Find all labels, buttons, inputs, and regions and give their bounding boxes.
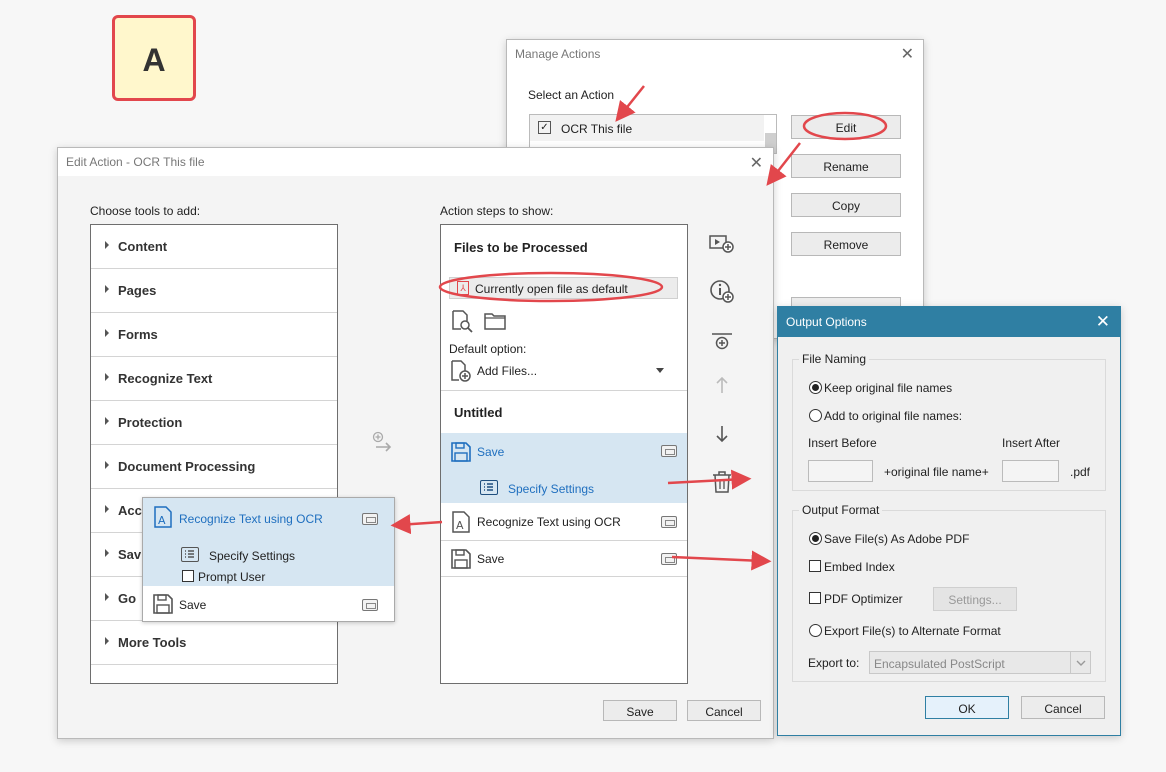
cancel-button[interactable]: Cancel [1021,696,1105,719]
step-recognize-text[interactable]: A Recognize Text using OCR [441,503,687,541]
popup-selected-block[interactable]: A Recognize Text using OCR Specify Setti… [143,498,394,586]
pdf-optimizer-checkbox[interactable] [809,592,821,604]
delete-icon[interactable] [712,471,732,496]
step-settings-icon[interactable] [661,516,677,528]
step-settings-icon[interactable] [362,599,378,611]
rename-button[interactable]: Rename [791,154,901,178]
edit-action-dialog: Edit Action - OCR This file ✕ Choose too… [57,147,774,739]
prompt-user-checkbox[interactable] [182,570,194,582]
insert-after-input[interactable] [1002,460,1059,482]
tool-group-content[interactable]: Content [91,225,337,269]
output-options-dialog: Output Options ✕ File Naming Keep origin… [777,306,1121,736]
edit-action-title: Edit Action - OCR This file [58,148,773,176]
cancel-button[interactable]: Cancel [687,700,761,721]
save-icon [450,548,472,573]
badge-a: A [112,15,196,101]
checkbox-icon: ✓ [538,121,551,134]
action-name: OCR This file [561,122,633,136]
remove-button[interactable]: Remove [791,232,901,256]
add-instruction-icon[interactable] [709,279,735,308]
insert-before-label: Insert Before [808,436,877,450]
copy-button[interactable]: Copy [791,193,901,217]
ocr-icon: A [153,506,173,531]
close-icon[interactable]: ✕ [1096,312,1110,332]
expand-icon [105,637,109,645]
insert-before-input[interactable] [808,460,873,482]
search-file-icon[interactable] [450,309,474,336]
edit-button[interactable]: Edit [791,115,901,139]
tool-group-pages[interactable]: Pages [91,269,337,313]
insert-after-label: Insert After [1002,436,1061,450]
folder-icon[interactable] [483,311,507,334]
keep-names-radio[interactable] [809,381,822,394]
add-names-radio[interactable] [809,409,822,422]
svg-text:A: A [158,514,166,527]
tool-group-document-processing[interactable]: Document Processing [91,445,337,489]
step-save[interactable]: Save [441,541,687,577]
save-button[interactable]: Save [603,700,677,721]
expand-icon [105,505,109,513]
divider [441,390,687,391]
expand-icon [105,417,109,425]
chevron-down-icon [656,368,664,373]
select-action-label: Select an Action [528,88,615,102]
save-icon [152,593,174,618]
add-panel-separator-icon[interactable] [711,332,733,355]
list-settings-icon [181,547,199,562]
popup-save-step[interactable]: Save [143,586,394,622]
ocr-icon: A [451,511,471,536]
expand-icon [105,593,109,601]
list-settings-icon [480,480,498,495]
move-down-icon[interactable] [714,424,730,447]
step-settings-icon[interactable] [362,513,378,525]
specify-settings-label[interactable]: Specify Settings [508,482,594,496]
expand-icon [105,461,109,469]
current-file-option[interactable]: ⅄ Currently open file as default [449,277,678,299]
default-option-label: Default option: [449,342,527,356]
manage-actions-title: Manage Actions [515,47,601,61]
save-pdf-radio[interactable] [809,532,822,545]
ok-button[interactable]: OK [925,696,1009,719]
expand-icon [105,241,109,249]
svg-text:A: A [456,519,464,532]
close-icon[interactable]: ✕ [750,156,763,172]
untitled-section-title: Untitled [454,405,503,420]
add-to-steps-icon[interactable] [372,431,396,457]
step-save-selected[interactable]: Save Specify Settings [441,433,687,503]
steps-panel: Files to be Processed ⅄ Currently open f… [440,224,688,684]
expand-icon [105,549,109,557]
tool-group-protection[interactable]: Protection [91,401,337,445]
output-options-titlebar: Output Options ✕ [778,307,1120,337]
dragged-steps-popup[interactable]: A Recognize Text using OCR Specify Setti… [142,497,395,622]
move-up-icon[interactable] [714,375,730,398]
files-section-title: Files to be Processed [454,240,588,255]
expand-icon [105,285,109,293]
step-settings-icon[interactable] [661,445,677,457]
export-alt-radio[interactable] [809,624,822,637]
optimizer-settings-button[interactable]: Settings... [933,587,1017,611]
add-step-icon[interactable] [709,232,735,257]
pdf-icon: ⅄ [457,281,469,295]
export-format-select[interactable]: Encapsulated PostScript [869,651,1091,674]
embed-index-checkbox[interactable] [809,560,821,572]
tool-group-more-tools[interactable]: More Tools [91,621,337,665]
save-icon [450,441,472,466]
close-icon[interactable]: ✕ [901,47,914,63]
steps-heading: Action steps to show: [440,204,554,218]
tools-heading: Choose tools to add: [90,204,201,218]
action-list-item[interactable]: ✓ OCR This file [530,115,764,141]
chevron-down-icon [1070,652,1090,673]
expand-icon [105,329,109,337]
tool-group-recognize-text[interactable]: Recognize Text [91,357,337,401]
export-to-label: Export to: [808,656,860,670]
add-file-icon [449,359,473,386]
badge-letter: A [142,42,166,78]
tool-group-forms[interactable]: Forms [91,313,337,357]
step-settings-icon[interactable] [661,553,677,565]
add-files-dropdown[interactable]: Add Files... [449,359,678,383]
expand-icon [105,373,109,381]
